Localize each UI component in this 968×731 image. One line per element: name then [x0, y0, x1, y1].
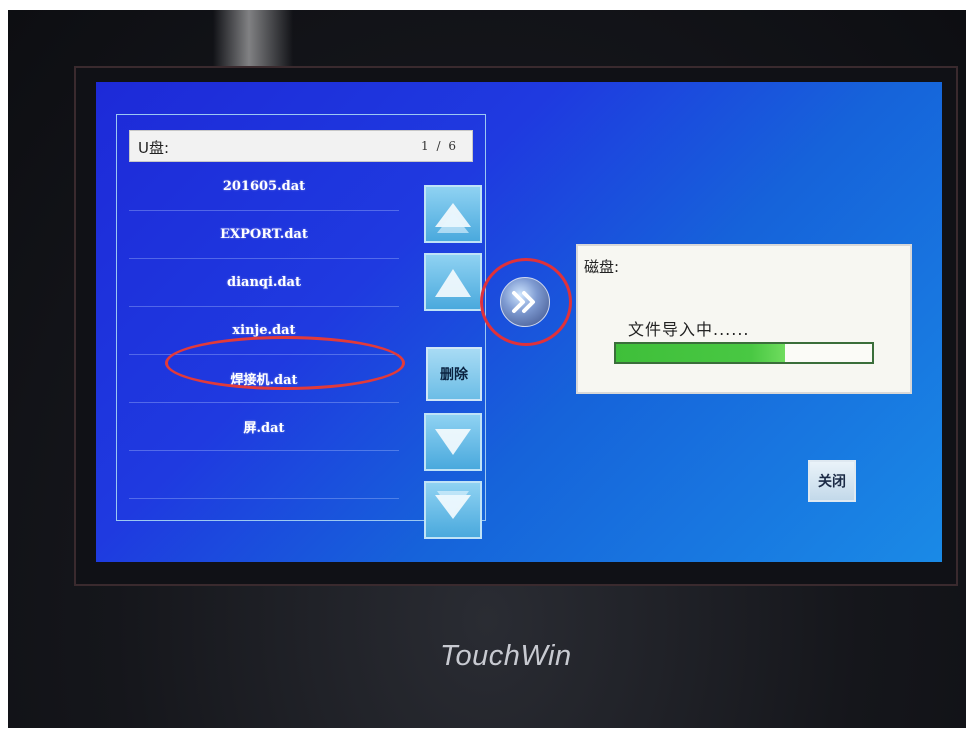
touchwin-logo: TouchWin — [440, 640, 572, 672]
import-progress-bar — [614, 342, 874, 364]
selection-highlight-ring — [165, 336, 405, 390]
scroll-top-button[interactable] — [424, 185, 482, 243]
file-row[interactable]: 201605.dat — [129, 163, 399, 211]
import-status-text: 文件导入中...... — [628, 320, 750, 339]
up-icon — [435, 269, 471, 297]
light-glare — [213, 10, 293, 70]
file-list: 201605.dat EXPORT.dat dianqi.dat xinje.d… — [129, 163, 399, 499]
page-indicator: 1 / 6 — [421, 139, 458, 153]
file-row[interactable]: dianqi.dat — [129, 259, 399, 307]
disk-title: 磁盘: — [584, 258, 620, 276]
file-name: EXPORT.dat — [220, 227, 308, 242]
down-icon — [435, 429, 471, 455]
usb-drive-label: U盘: — [138, 139, 170, 157]
file-name: dianqi.dat — [227, 275, 301, 290]
file-row[interactable]: 屏.dat — [129, 403, 399, 451]
usb-file-list-panel: U盘: 1 / 6 201605.dat EXPORT.dat dianqi.d… — [116, 114, 486, 539]
double-up-icon — [435, 203, 471, 233]
delete-button[interactable]: 删除 — [426, 347, 482, 401]
file-row-empty[interactable] — [129, 451, 399, 499]
scroll-up-button[interactable] — [424, 253, 482, 311]
close-button[interactable]: 关闭 — [808, 460, 856, 502]
scroll-down-button[interactable] — [424, 413, 482, 471]
transfer-highlight-ring — [480, 258, 572, 346]
file-row[interactable]: EXPORT.dat — [129, 211, 399, 259]
file-name: 201605.dat — [222, 179, 306, 194]
usb-list-header: U盘: 1 / 6 — [129, 130, 473, 162]
file-name: 屏.dat — [243, 421, 285, 436]
scroll-bottom-button[interactable] — [424, 481, 482, 539]
progress-fill — [616, 344, 785, 362]
double-down-icon — [435, 491, 471, 519]
hmi-screen: U盘: 1 / 6 201605.dat EXPORT.dat dianqi.d… — [96, 82, 942, 562]
disk-panel: 磁盘: 文件导入中...... — [576, 244, 912, 394]
